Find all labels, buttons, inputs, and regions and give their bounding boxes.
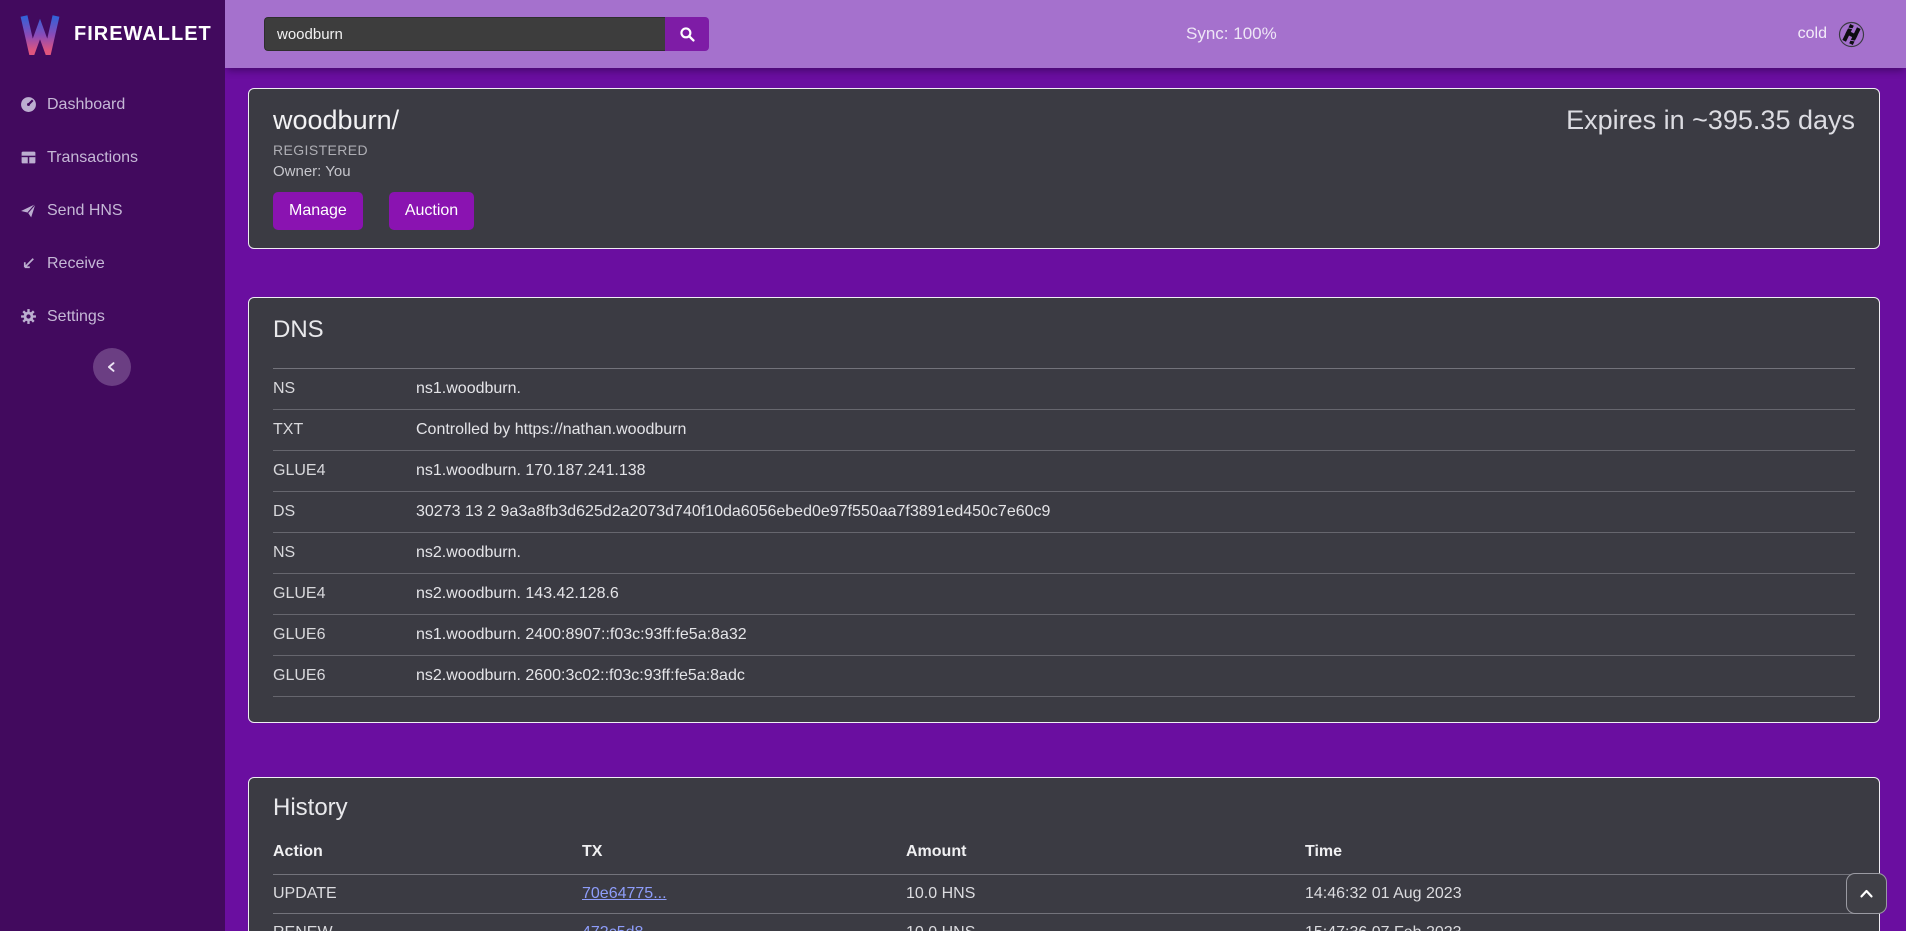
history-column-action: Action bbox=[273, 843, 582, 861]
history-title: History bbox=[273, 794, 1855, 822]
dns-record-value: ns2.woodburn. 143.42.128.6 bbox=[416, 585, 1855, 603]
sidebar-item-dashboard[interactable]: Dashboard bbox=[0, 78, 225, 131]
history-action: RENEW bbox=[273, 924, 582, 931]
auction-button[interactable]: Auction bbox=[389, 192, 474, 230]
history-row: RENEW 472c5d8... 10.0 HNS 15:47:36 07 Fe… bbox=[273, 913, 1855, 931]
history-column-time: Time bbox=[1305, 843, 1855, 861]
sidebar-item-label: Dashboard bbox=[47, 96, 125, 114]
sidebar-nav: Dashboard Transactions Send HNS Receive bbox=[0, 68, 225, 343]
send-plane-icon bbox=[20, 202, 37, 219]
domain-status-badge: REGISTERED bbox=[273, 142, 1855, 158]
transactions-table-icon bbox=[20, 149, 37, 166]
chevron-left-icon bbox=[105, 360, 119, 374]
dns-record-value: ns1.woodburn. bbox=[416, 380, 1855, 398]
history-table: Action TX Amount Time UPDATE 70e64775...… bbox=[273, 830, 1855, 931]
dns-record-row: DS 30273 13 2 9a3a8fb3d625d2a2073d740f10… bbox=[273, 492, 1855, 533]
sync-status: Sync: 100% bbox=[1186, 0, 1277, 68]
history-row: UPDATE 70e64775... 10.0 HNS 14:46:32 01 … bbox=[273, 874, 1855, 913]
dns-card: DNS NS ns1.woodburn. TXT Controlled by h… bbox=[248, 297, 1880, 723]
dns-record-type: NS bbox=[273, 380, 416, 398]
dns-record-row: NS ns1.woodburn. bbox=[273, 369, 1855, 410]
gear-icon bbox=[20, 308, 37, 325]
dns-record-type: GLUE6 bbox=[273, 667, 416, 685]
brand-logo: FIREWALLET bbox=[0, 0, 225, 68]
dns-record-type: GLUE6 bbox=[273, 626, 416, 644]
search-input[interactable] bbox=[264, 17, 665, 51]
dns-record-type: GLUE4 bbox=[273, 462, 416, 480]
dns-record-row: GLUE4 ns1.woodburn. 170.187.241.138 bbox=[273, 451, 1855, 492]
history-amount: 10.0 HNS bbox=[906, 924, 1305, 931]
sidebar-item-label: Settings bbox=[47, 308, 105, 326]
domain-name: woodburn/ bbox=[273, 105, 399, 136]
dns-record-row: NS ns2.woodburn. bbox=[273, 533, 1855, 574]
tx-link[interactable]: 472c5d8... bbox=[582, 924, 657, 931]
sidebar-item-settings[interactable]: Settings bbox=[0, 290, 225, 343]
dns-record-row: GLUE6 ns2.woodburn. 2600:3c02::f03c:93ff… bbox=[273, 656, 1855, 697]
sidebar-item-send-hns[interactable]: Send HNS bbox=[0, 184, 225, 237]
dns-record-type: DS bbox=[273, 503, 416, 521]
history-action: UPDATE bbox=[273, 885, 582, 903]
search-bar bbox=[264, 17, 709, 51]
sidebar-item-label: Receive bbox=[47, 255, 105, 273]
dns-record-row: GLUE6 ns1.woodburn. 2400:8907::f03c:93ff… bbox=[273, 615, 1855, 656]
dns-record-row: TXT Controlled by https://nathan.woodbur… bbox=[273, 410, 1855, 451]
scroll-to-top-button[interactable] bbox=[1846, 873, 1887, 914]
dashboard-gauge-icon bbox=[20, 96, 37, 113]
sidebar-item-receive[interactable]: Receive bbox=[0, 237, 225, 290]
topbar: Sync: 100% cold bbox=[225, 0, 1906, 68]
sidebar-item-transactions[interactable]: Transactions bbox=[0, 131, 225, 184]
firewallet-logo-icon bbox=[20, 13, 60, 55]
domain-card: woodburn/ Expires in ~395.35 days REGIST… bbox=[248, 88, 1880, 249]
dns-record-value: 30273 13 2 9a3a8fb3d625d2a2073d740f10da6… bbox=[416, 503, 1855, 521]
dns-record-row: GLUE4 ns2.woodburn. 143.42.128.6 bbox=[273, 574, 1855, 615]
history-card: History Action TX Amount Time UPDATE 70e… bbox=[248, 777, 1880, 931]
sidebar-item-label: Send HNS bbox=[47, 202, 123, 220]
domain-owner: Owner: You bbox=[273, 163, 1855, 180]
history-time: 15:47:36 07 Feb 2023 bbox=[1305, 924, 1855, 931]
manage-button[interactable]: Manage bbox=[273, 192, 363, 230]
sidebar: FIREWALLET Dashboard Transactions Send H… bbox=[0, 0, 225, 931]
receive-arrow-icon bbox=[20, 255, 37, 272]
wallet-name: cold bbox=[1798, 25, 1827, 43]
tx-link[interactable]: 70e64775... bbox=[582, 885, 667, 902]
wallet-selector[interactable]: cold bbox=[1798, 0, 1867, 68]
dns-record-type: NS bbox=[273, 544, 416, 562]
dns-record-type: TXT bbox=[273, 421, 416, 439]
dns-record-type: GLUE4 bbox=[273, 585, 416, 603]
dns-record-value: ns2.woodburn. 2600:3c02::f03c:93ff:fe5a:… bbox=[416, 667, 1855, 685]
main-content: woodburn/ Expires in ~395.35 days REGIST… bbox=[225, 68, 1906, 931]
dns-record-value: Controlled by https://nathan.woodburn bbox=[416, 421, 1855, 439]
handshake-logo-icon bbox=[1836, 19, 1867, 50]
history-header-row: Action TX Amount Time bbox=[273, 830, 1855, 874]
history-time: 14:46:32 01 Aug 2023 bbox=[1305, 885, 1855, 903]
chevron-up-icon bbox=[1859, 888, 1874, 899]
brand-name: FIREWALLET bbox=[74, 23, 212, 46]
dns-record-value: ns1.woodburn. 2400:8907::f03c:93ff:fe5a:… bbox=[416, 626, 1855, 644]
history-amount: 10.0 HNS bbox=[906, 885, 1305, 903]
dns-record-value: ns1.woodburn. 170.187.241.138 bbox=[416, 462, 1855, 480]
dns-title: DNS bbox=[273, 316, 1855, 344]
search-icon bbox=[679, 26, 696, 43]
history-column-tx: TX bbox=[582, 843, 906, 861]
dns-table: NS ns1.woodburn. TXT Controlled by https… bbox=[273, 368, 1855, 697]
dns-record-value: ns2.woodburn. bbox=[416, 544, 1855, 562]
history-column-amount: Amount bbox=[906, 843, 1305, 861]
sidebar-item-label: Transactions bbox=[47, 149, 138, 167]
domain-expiry: Expires in ~395.35 days bbox=[1566, 105, 1855, 136]
search-button[interactable] bbox=[665, 17, 709, 51]
sidebar-collapse-button[interactable] bbox=[93, 348, 131, 386]
